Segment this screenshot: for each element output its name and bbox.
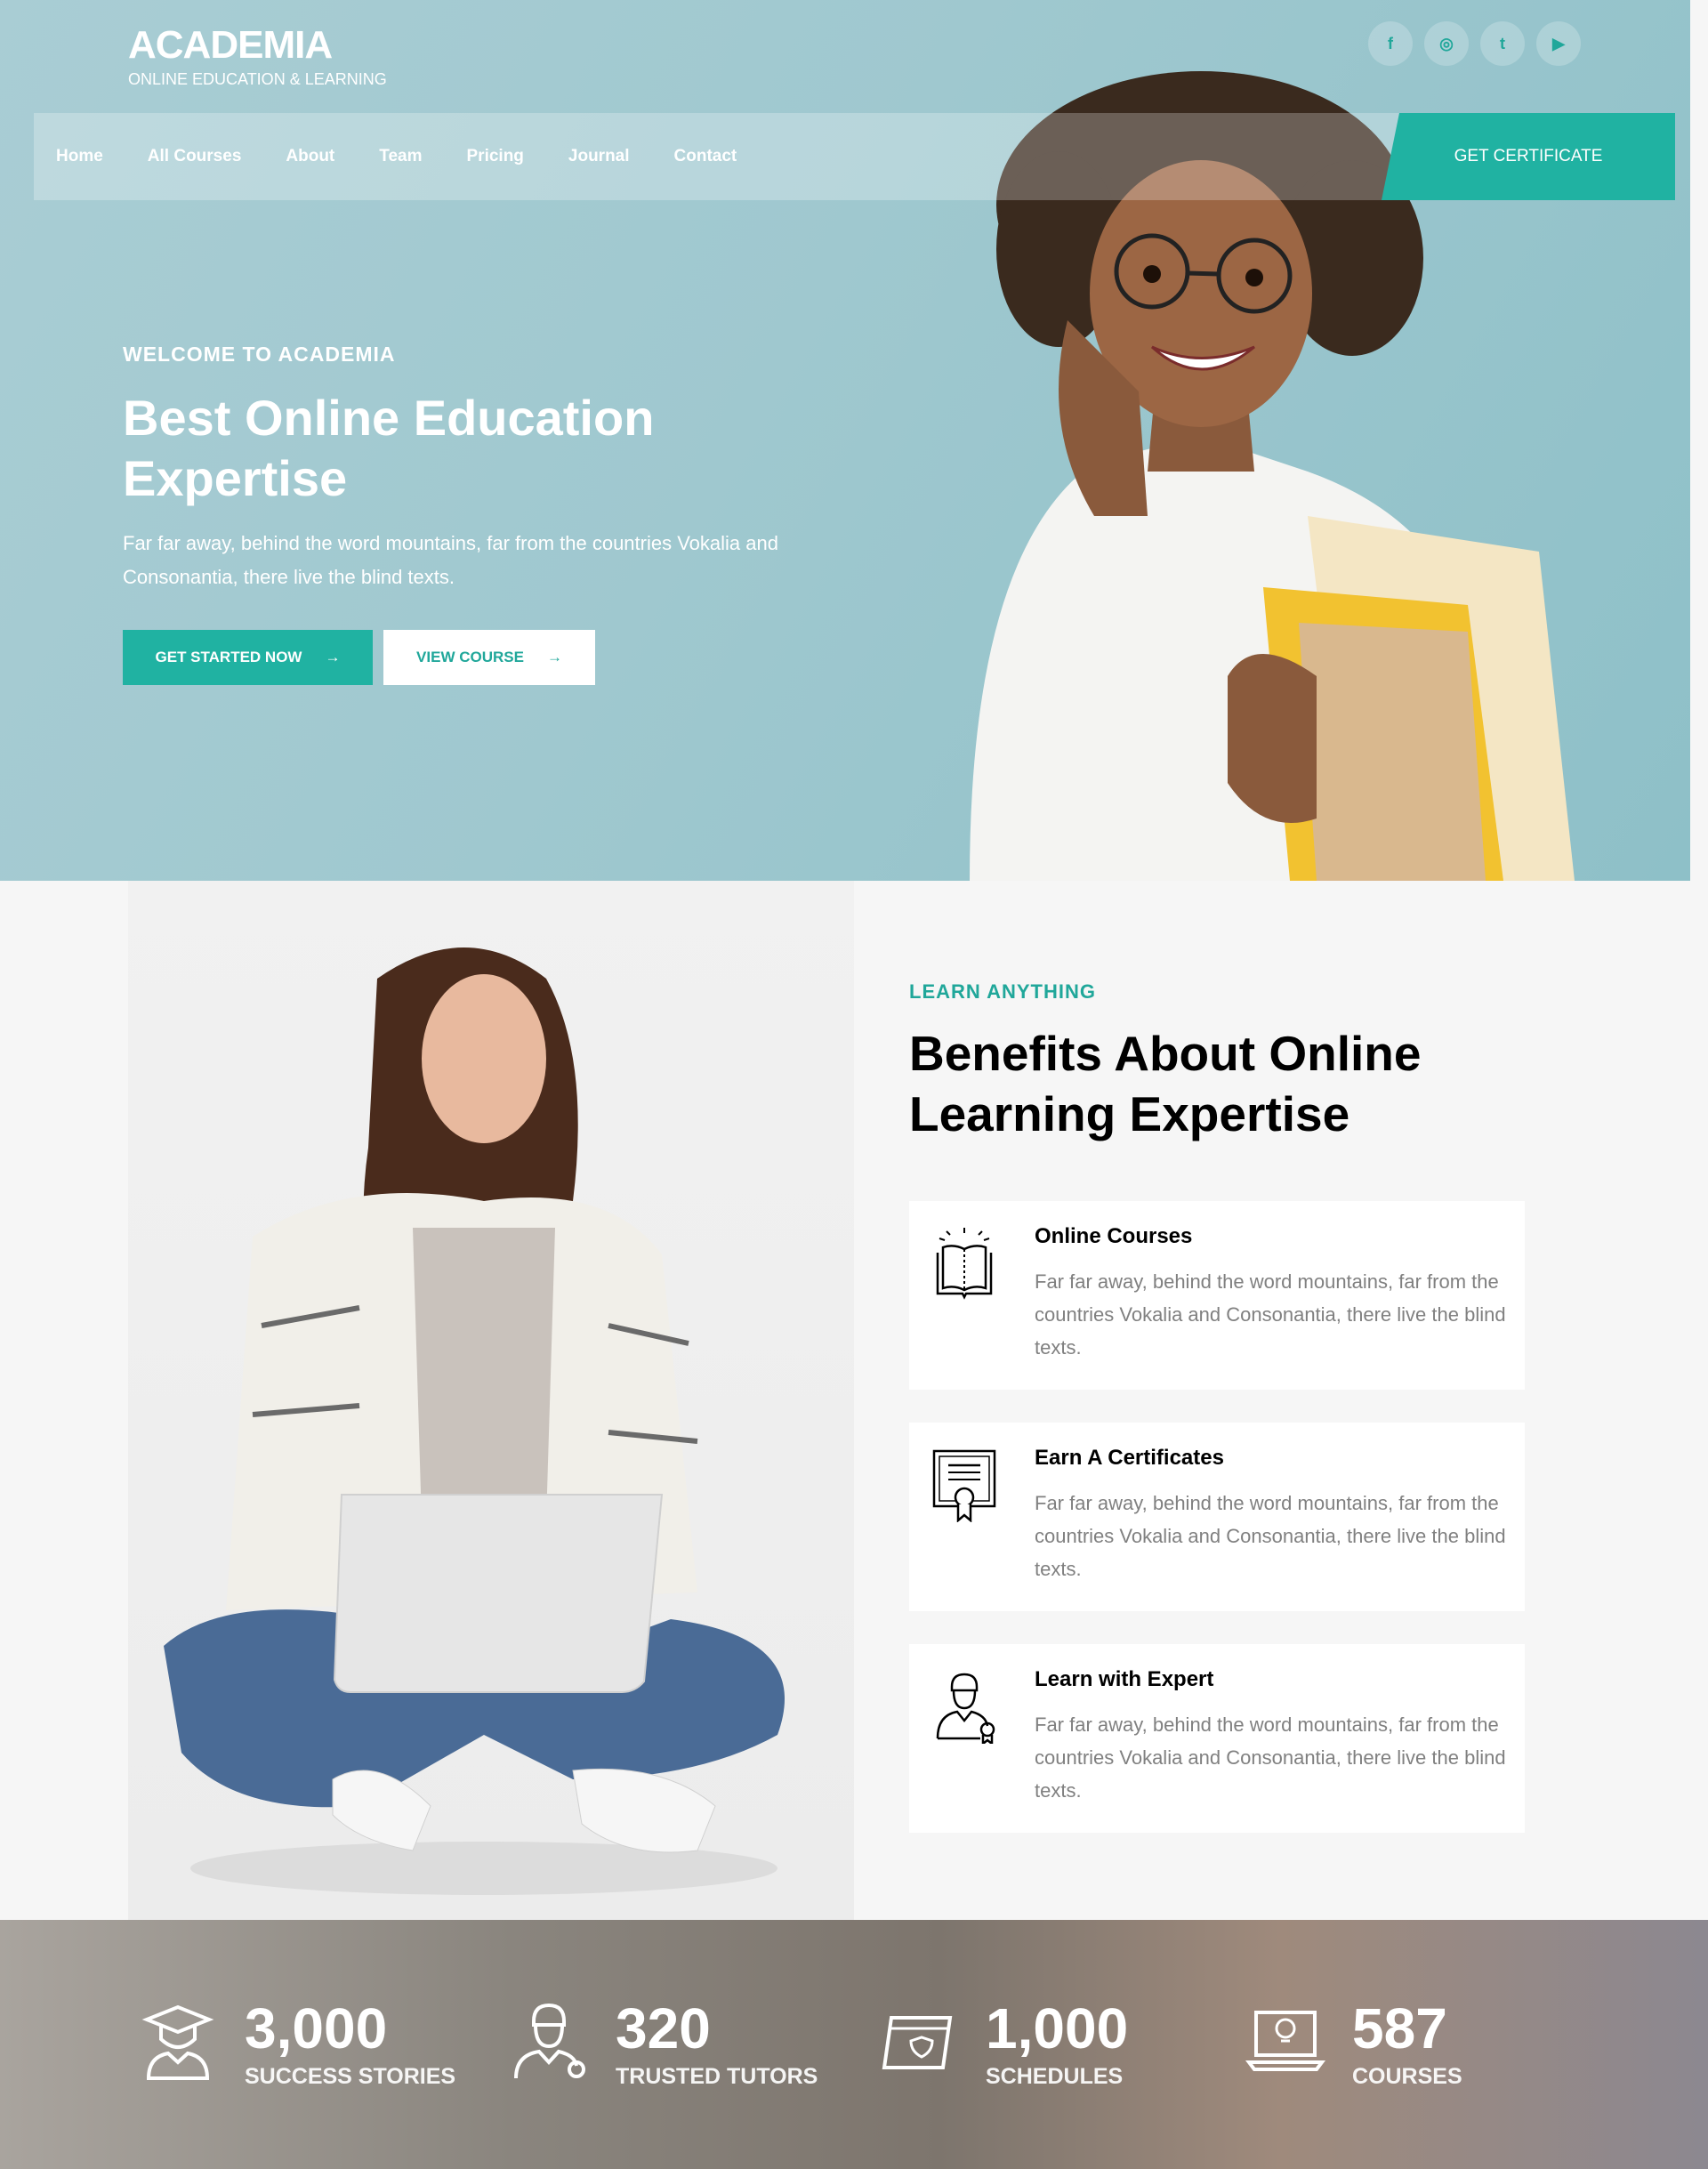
card-title: Earn A Certificates: [1035, 1446, 1224, 1470]
certificate-icon: [932, 1449, 996, 1522]
graduate-icon: [141, 2004, 214, 2080]
instagram-icon[interactable]: ◎: [1424, 21, 1469, 66]
calendar-icon: [882, 2016, 953, 2069]
nav-home[interactable]: Home: [56, 147, 103, 166]
brand-tagline: ONLINE EDUCATION & LEARNING: [128, 70, 387, 88]
hero-content: WELCOME TO ACADEMIA Best Online Educatio…: [123, 343, 817, 685]
get-certificate-button[interactable]: GET CERTIFICATE: [1382, 113, 1675, 200]
hero-kicker: WELCOME TO ACADEMIA: [123, 343, 396, 366]
laptop-idea-icon: [1245, 2011, 1325, 2071]
open-book-icon: [936, 1228, 993, 1300]
arrow-right-icon: →: [546, 649, 562, 665]
twitter-icon[interactable]: t: [1480, 21, 1525, 66]
benefit-card-expert[interactable]: Learn with Expert Far far away, behind t…: [909, 1644, 1525, 1833]
benefits-section: LEARN ANYTHING Benefits About Online Lea…: [0, 881, 1708, 1920]
stat-trusted-tutors: 320 TRUSTED TUTORS: [509, 2000, 818, 2090]
card-description: Far far away, behind the word mountains,…: [1035, 1492, 1506, 1580]
nav-about[interactable]: About: [286, 147, 334, 166]
stat-value: 1,000: [986, 1996, 1129, 2060]
stat-value: 587: [1352, 1996, 1447, 2060]
stat-value: 3,000: [245, 1996, 388, 2060]
stat-label: SUCCESS STORIES: [245, 2064, 456, 2089]
hero-buttons: GET STARTED NOW → VIEW COURSE →: [123, 630, 817, 685]
card-title: Learn with Expert: [1035, 1667, 1214, 1691]
stat-schedules: 1,000 SCHEDULES: [879, 2000, 1128, 2090]
stat-label: COURSES: [1352, 2064, 1462, 2089]
stats-section: 3,000 SUCCESS STORIES 320 TRUSTED TUTORS…: [0, 1920, 1708, 2169]
youtube-icon[interactable]: ▶: [1536, 21, 1581, 66]
brand-name[interactable]: ACADEMIA: [128, 21, 387, 69]
hero-section: ACADEMIA ONLINE EDUCATION & LEARNING f ◎…: [0, 0, 1690, 881]
benefit-card-certificates[interactable]: Earn A Certificates Far far away, behind…: [909, 1423, 1525, 1611]
brand[interactable]: ACADEMIA ONLINE EDUCATION & LEARNING: [128, 21, 387, 89]
benefits-kicker: LEARN ANYTHING: [909, 980, 1096, 1003]
nav-journal[interactable]: Journal: [568, 147, 630, 166]
expert-icon: [936, 1673, 995, 1744]
hero-description: Far far away, behind the word mountains,…: [123, 532, 778, 588]
nav-team[interactable]: Team: [379, 147, 422, 166]
card-description: Far far away, behind the word mountains,…: [1035, 1713, 1506, 1802]
view-course-label: VIEW COURSE: [416, 649, 524, 665]
tutor-icon: [514, 2003, 585, 2079]
stat-label: TRUSTED TUTORS: [616, 2064, 818, 2089]
get-started-button[interactable]: GET STARTED NOW →: [123, 630, 373, 685]
main-navbar: Home All Courses About Team Pricing Jour…: [34, 113, 1675, 200]
arrow-right-icon: →: [325, 649, 341, 665]
nav-contact[interactable]: Contact: [674, 147, 737, 166]
view-course-button[interactable]: VIEW COURSE →: [383, 630, 595, 685]
benefits-title: Benefits About Online Learning Expertise: [909, 1026, 1422, 1141]
stat-value: 320: [616, 1996, 711, 2060]
get-started-label: GET STARTED NOW: [155, 649, 302, 665]
social-links: f ◎ t ▶: [1368, 21, 1581, 66]
stat-courses: 587 COURSES: [1245, 2000, 1462, 2090]
card-title: Online Courses: [1035, 1224, 1193, 1248]
stat-label: SCHEDULES: [986, 2064, 1124, 2089]
student-laptop-image: [128, 881, 854, 1920]
benefit-card-online-courses[interactable]: Online Courses Far far away, behind the …: [909, 1201, 1525, 1390]
stat-success-stories: 3,000 SUCCESS STORIES: [138, 2000, 455, 2090]
nav-pricing[interactable]: Pricing: [467, 147, 524, 166]
card-description: Far far away, behind the word mountains,…: [1035, 1270, 1506, 1359]
nav-links: Home All Courses About Team Pricing Jour…: [34, 147, 781, 166]
hero-title: Best Online Education Expertise: [123, 390, 655, 506]
facebook-icon[interactable]: f: [1368, 21, 1413, 66]
nav-all-courses[interactable]: All Courses: [148, 147, 242, 166]
